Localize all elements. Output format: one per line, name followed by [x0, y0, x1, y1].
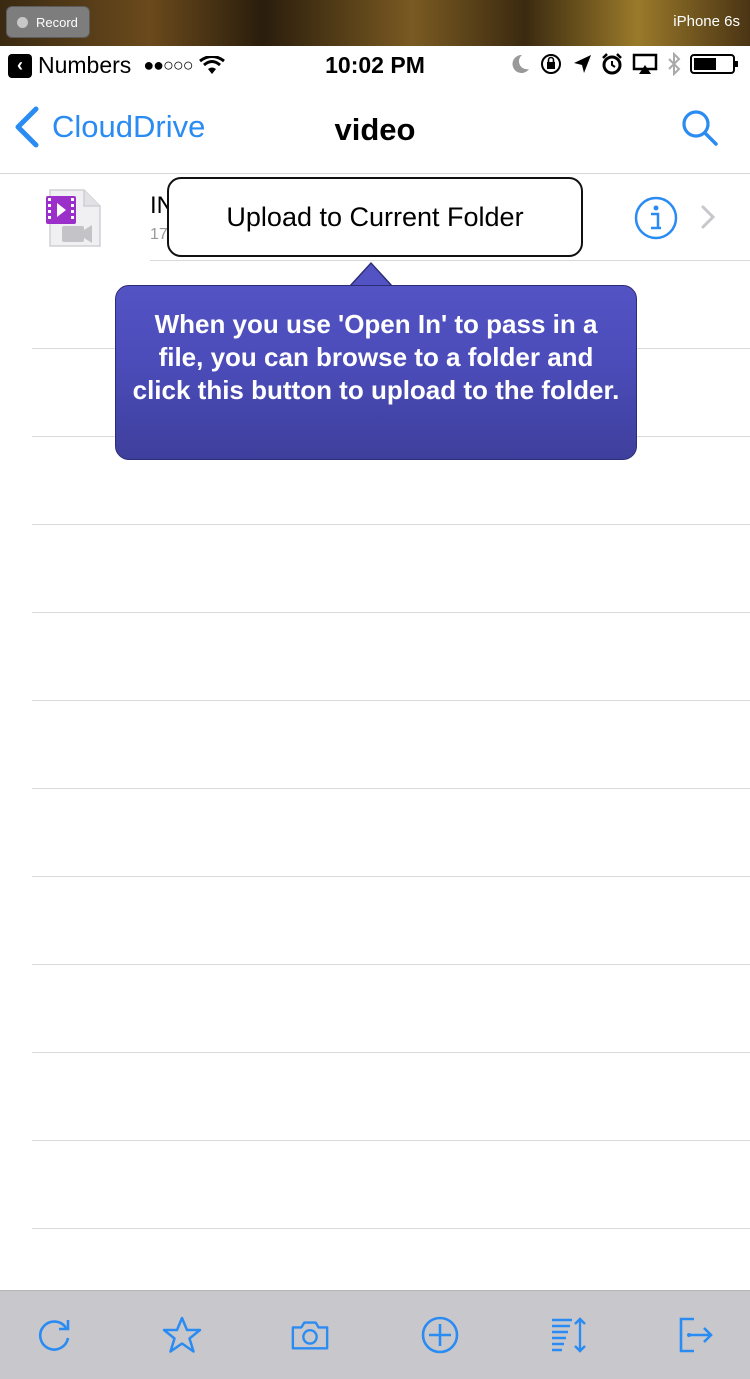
refresh-button[interactable] [34, 1315, 74, 1355]
star-icon [162, 1316, 202, 1353]
bluetooth-icon [668, 52, 681, 76]
row-separator [32, 964, 750, 965]
video-file-icon [46, 189, 101, 247]
bottom-toolbar [0, 1290, 750, 1379]
record-dot-icon [17, 16, 28, 28]
upload-button-label: Upload to Current Folder [226, 201, 524, 232]
status-bar: ‹ Numbers ●●○○○ 10:02 PM [0, 46, 750, 86]
row-separator [32, 788, 750, 789]
battery-icon [690, 54, 738, 74]
row-separator [32, 612, 750, 613]
sort-icon [552, 1317, 586, 1353]
record-button[interactable]: Record [6, 6, 90, 38]
file-size: 17 [150, 226, 168, 243]
page-title: video [334, 112, 416, 147]
airplay-icon [632, 53, 658, 74]
camera-button[interactable] [290, 1315, 330, 1355]
info-icon[interactable] [634, 196, 678, 240]
refresh-icon [38, 1320, 70, 1351]
sort-button[interactable] [550, 1315, 590, 1355]
chevron-right-icon [701, 205, 716, 229]
row-separator [32, 1228, 750, 1229]
row-separator [32, 524, 750, 525]
record-label: Record [36, 14, 78, 30]
tooltip-text: When you use 'Open In' to pass in a file… [132, 309, 620, 405]
add-icon [421, 1316, 459, 1354]
row-separator [150, 260, 750, 261]
tooltip-arrow-fill [351, 264, 391, 286]
rotation-lock-icon [541, 54, 561, 74]
logout-button[interactable] [676, 1315, 716, 1355]
moon-icon [512, 54, 529, 73]
navigation-bar: CloudDrive video [0, 86, 750, 174]
location-icon [574, 55, 591, 73]
simulator-bar: Record iPhone 6s [0, 0, 750, 46]
search-icon [682, 110, 718, 146]
row-separator [32, 1052, 750, 1053]
logout-icon [679, 1317, 713, 1353]
row-separator [32, 700, 750, 701]
help-tooltip[interactable]: When you use 'Open In' to pass in a file… [115, 285, 637, 460]
device-name: iPhone 6s [673, 13, 740, 30]
alarm-icon [602, 53, 622, 75]
add-button[interactable] [420, 1315, 460, 1355]
camera-icon [291, 1321, 329, 1350]
search-button[interactable] [680, 108, 720, 153]
favorites-button[interactable] [162, 1315, 202, 1355]
row-separator [32, 1140, 750, 1141]
row-separator [32, 876, 750, 877]
upload-to-current-folder-button[interactable]: Upload to Current Folder [167, 177, 583, 257]
